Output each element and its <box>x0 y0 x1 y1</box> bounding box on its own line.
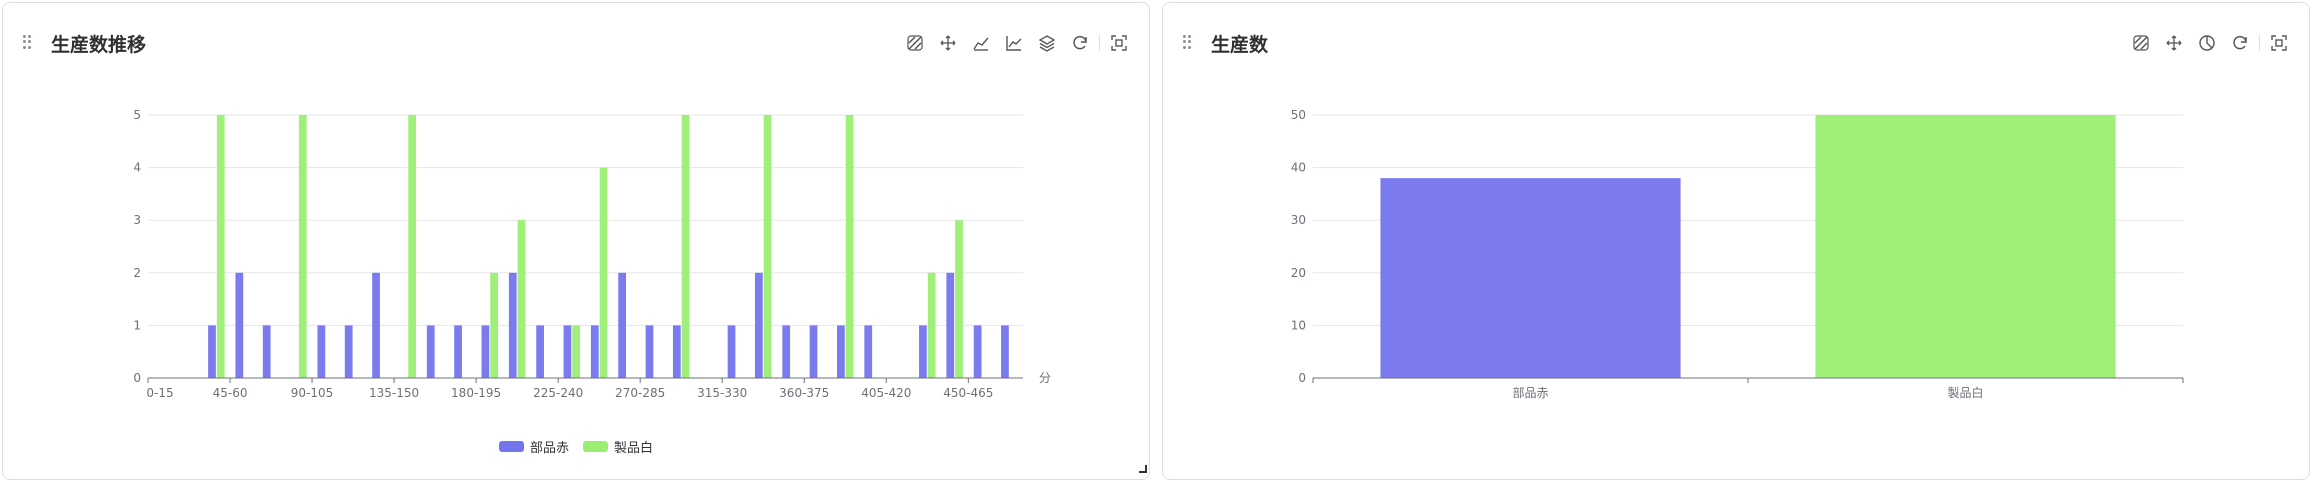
x-tick-label: 180-195 <box>451 386 501 400</box>
x-axis-label: 分 <box>1039 371 1051 385</box>
y-tick-label: 30 <box>1291 213 1306 227</box>
production-trend-chart: 0 1 2 3 4 5 0-15 45-60 90-105 135-150 180-195 225-2… <box>133 108 1051 400</box>
y-tick-label: 3 <box>133 213 141 227</box>
legend-label-series-b: 製品白 <box>614 441 654 456</box>
bar-series-a <box>317 325 326 378</box>
bar-series-b <box>927 272 936 378</box>
bar-series-a <box>426 325 435 378</box>
chart-legend: 部品赤 製品白 <box>3 437 1149 456</box>
bar-series-a <box>946 272 955 378</box>
y-tick-label: 4 <box>133 161 141 175</box>
bar-series-b <box>572 325 581 378</box>
bar-series-a <box>262 325 271 378</box>
y-tick-label: 0 <box>1298 371 1306 385</box>
x-tick-label: 405-420 <box>861 386 911 400</box>
bar-series-b <box>1815 115 2116 378</box>
bar-series-b <box>408 115 417 378</box>
x-tick-label: 0-15 <box>146 386 173 400</box>
bar-series-a <box>563 325 572 378</box>
bar-series-a <box>837 325 845 378</box>
bar-series-a <box>672 325 681 378</box>
bar-series-b <box>955 220 963 378</box>
production-total-chart: 0 10 20 30 40 50 部品赤 製品白 <box>1291 108 2184 400</box>
bar-series-a <box>344 325 353 378</box>
bar-series-a <box>508 272 517 378</box>
bar-series-a <box>809 325 818 378</box>
x-tick-label: 製品白 <box>1947 385 1983 400</box>
bar-series-b <box>298 115 307 378</box>
legend-item-series-b[interactable]: 製品白 <box>583 437 653 456</box>
y-tick-label: 5 <box>133 108 141 122</box>
y-tick-label: 1 <box>133 318 141 332</box>
bar-series-b <box>216 115 225 378</box>
bar-series-b <box>681 115 690 378</box>
x-tick-label: 225-240 <box>533 386 583 400</box>
bar-series-a <box>536 325 544 378</box>
bar-series-a <box>208 325 216 378</box>
x-tick-label: 360-375 <box>779 386 829 400</box>
resize-handle[interactable] <box>1139 465 1147 473</box>
production-total-panel: 生産数 0 10 20 30 40 50 部品赤 製品白 <box>1162 2 2310 480</box>
legend-label-series-a: 部品赤 <box>529 441 569 456</box>
x-tick-label: 45-60 <box>213 386 248 400</box>
bar-series-a <box>481 325 490 378</box>
bar-series-a <box>754 272 763 378</box>
bar-series-a <box>727 325 736 378</box>
y-tick-label: 10 <box>1291 318 1306 332</box>
bar-series-b <box>517 220 526 378</box>
x-tick-label: 450-465 <box>943 386 993 400</box>
bar-series-a <box>864 325 873 378</box>
legend-swatch-series-b <box>583 441 608 452</box>
bar-series-a <box>618 272 627 378</box>
bar-series-b <box>599 167 608 378</box>
bar-series-a <box>235 272 244 378</box>
bar-series-a <box>454 325 462 378</box>
bar-series-a <box>590 325 599 378</box>
bar-series-a <box>782 325 791 378</box>
y-tick-label: 40 <box>1291 161 1306 175</box>
bar-series-a <box>919 325 927 378</box>
bar-series-b <box>490 272 499 378</box>
bar-series-b <box>763 115 772 378</box>
bar-series-b <box>845 115 854 378</box>
bar-series-a <box>1001 325 1009 378</box>
bar-series-a <box>645 325 654 378</box>
bar-series-a <box>973 325 982 378</box>
x-tick-label: 90-105 <box>291 386 334 400</box>
legend-item-series-a[interactable]: 部品赤 <box>498 437 569 456</box>
x-tick-label: 270-285 <box>615 386 665 400</box>
y-tick-label: 20 <box>1291 266 1306 280</box>
bar-series-a <box>372 272 380 378</box>
x-tick-label: 315-330 <box>697 386 747 400</box>
bar-series-a <box>1380 178 1681 378</box>
production-trend-panel: 生産数推移 0 1 2 3 4 5 0-15 45-60 90-105 135-150 180-19… <box>2 2 1150 480</box>
y-tick-label: 0 <box>133 371 141 385</box>
x-tick-label: 部品赤 <box>1512 385 1548 400</box>
y-tick-label: 2 <box>133 266 141 280</box>
x-tick-label: 135-150 <box>369 386 419 400</box>
y-tick-label: 50 <box>1291 108 1306 122</box>
legend-swatch-series-a <box>498 441 524 452</box>
